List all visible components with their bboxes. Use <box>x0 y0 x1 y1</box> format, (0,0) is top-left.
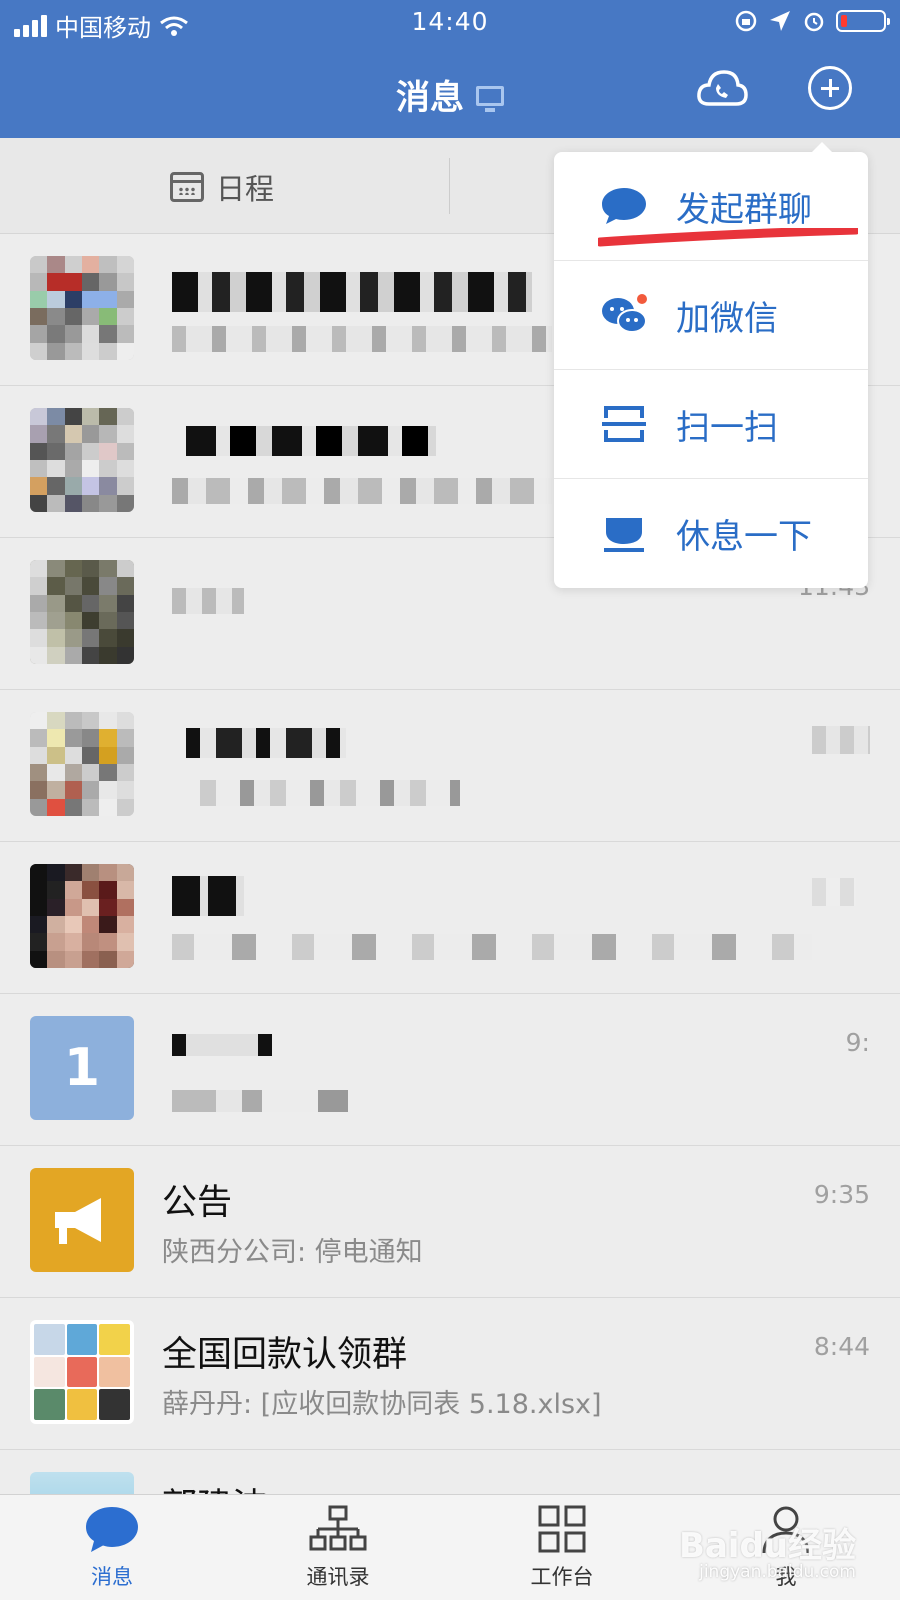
chat-preview-redacted <box>172 934 812 960</box>
chat-row[interactable] <box>0 690 900 842</box>
chat-row[interactable]: 全国回款认领群 薛丹丹: [应收回款协同表 5.18.xlsx] 8:44 <box>0 1298 900 1450</box>
chat-name-redacted <box>172 876 244 916</box>
scan-icon <box>602 406 646 442</box>
chat-name: 全国回款认领群 <box>162 1335 408 1375</box>
avatar <box>30 712 134 816</box>
chat-row[interactable]: 1 9: <box>0 994 900 1146</box>
cloud-call-button[interactable] <box>696 66 748 114</box>
chat-name-redacted <box>172 272 532 312</box>
chat-name-redacted <box>186 426 436 456</box>
avatar <box>30 864 134 968</box>
alarm-icon <box>804 12 824 32</box>
chat-preview: 薛丹丹: [应收回款协同表 5.18.xlsx] <box>162 1389 602 1420</box>
menu-item-label: 发起群聊 <box>676 189 812 230</box>
location-icon <box>770 11 790 31</box>
tab-contacts[interactable]: 通讯录 <box>278 1503 398 1591</box>
chat-preview-redacted <box>172 1090 348 1112</box>
add-button[interactable] <box>808 66 860 114</box>
chat-name: 公告 <box>162 1183 233 1223</box>
wechat-icon <box>602 294 647 333</box>
calendar-icon <box>170 172 204 202</box>
cloud-phone-icon <box>697 70 748 106</box>
chat-row[interactable]: 公告 陕西分公司: 停电通知 9:35 <box>0 1146 900 1298</box>
tab-label: 通讯录 <box>306 1565 370 1589</box>
battery-icon <box>836 10 890 32</box>
app-header: 中国移动 14:40 消息 <box>0 0 900 138</box>
grid-icon <box>538 1505 586 1553</box>
chat-preview-redacted <box>172 478 552 504</box>
message-tab-icon <box>86 1507 138 1552</box>
avatar <box>30 408 134 512</box>
chat-preview: 陕西分公司: 停电通知 <box>162 1237 423 1268</box>
megaphone-icon <box>55 1198 101 1244</box>
status-bar: 中国移动 14:40 <box>0 0 900 44</box>
plus-icon <box>808 66 852 110</box>
chat-name-redacted <box>186 728 346 758</box>
avatar: 1 <box>30 1016 134 1120</box>
rotation-lock-icon <box>735 10 757 32</box>
chat-name-redacted <box>172 588 244 614</box>
watermark-brand: Baidu经验 <box>678 1526 856 1566</box>
avatar <box>30 1320 134 1424</box>
tab-label: 工作台 <box>530 1565 594 1589</box>
menu-item-label: 扫一扫 <box>676 407 778 448</box>
menu-item-label: 加微信 <box>676 298 778 339</box>
schedule-label: 日程 <box>216 172 275 206</box>
menu-item-label: 休息一下 <box>676 517 812 557</box>
menu-item-scan[interactable]: 扫一扫 <box>554 370 868 479</box>
tab-label: 消息 <box>91 1565 133 1589</box>
chat-preview-redacted <box>172 326 552 352</box>
rest-icon <box>604 517 644 552</box>
schedule-button[interactable]: 日程 <box>170 166 274 208</box>
highlight-underline <box>598 228 858 247</box>
add-popover-menu: 发起群聊 加微信 扫一扫 休息一下 <box>554 142 868 588</box>
chat-time: 9:35 <box>813 1180 870 1209</box>
avatar <box>30 256 134 360</box>
chat-time: 9: <box>845 1028 870 1057</box>
menu-item-start-group-chat[interactable]: 发起群聊 <box>554 152 868 261</box>
chat-preview-redacted <box>200 780 460 806</box>
chat-name-redacted <box>172 1034 272 1056</box>
chat-time-redacted <box>812 726 870 754</box>
org-chart-icon <box>309 1505 367 1551</box>
chat-row[interactable] <box>0 842 900 994</box>
tab-workbench[interactable]: 工作台 <box>502 1503 622 1591</box>
page-title: 消息 <box>396 78 464 118</box>
chat-bubble-icon <box>602 188 646 224</box>
avatar <box>30 560 134 664</box>
tab-messages[interactable]: 消息 <box>52 1503 172 1591</box>
chat-time: 8:44 <box>813 1332 870 1361</box>
quick-bar-divider <box>449 158 450 214</box>
avatar <box>30 1168 134 1272</box>
watermark-url: jingyan.baidu.com <box>699 1562 856 1582</box>
menu-item-take-a-break[interactable]: 休息一下 <box>554 479 868 588</box>
desktop-online-icon <box>476 85 504 112</box>
chat-time-redacted <box>812 878 856 906</box>
group-number-icon: 1 <box>63 1038 101 1098</box>
menu-item-add-wechat[interactable]: 加微信 <box>554 261 868 370</box>
